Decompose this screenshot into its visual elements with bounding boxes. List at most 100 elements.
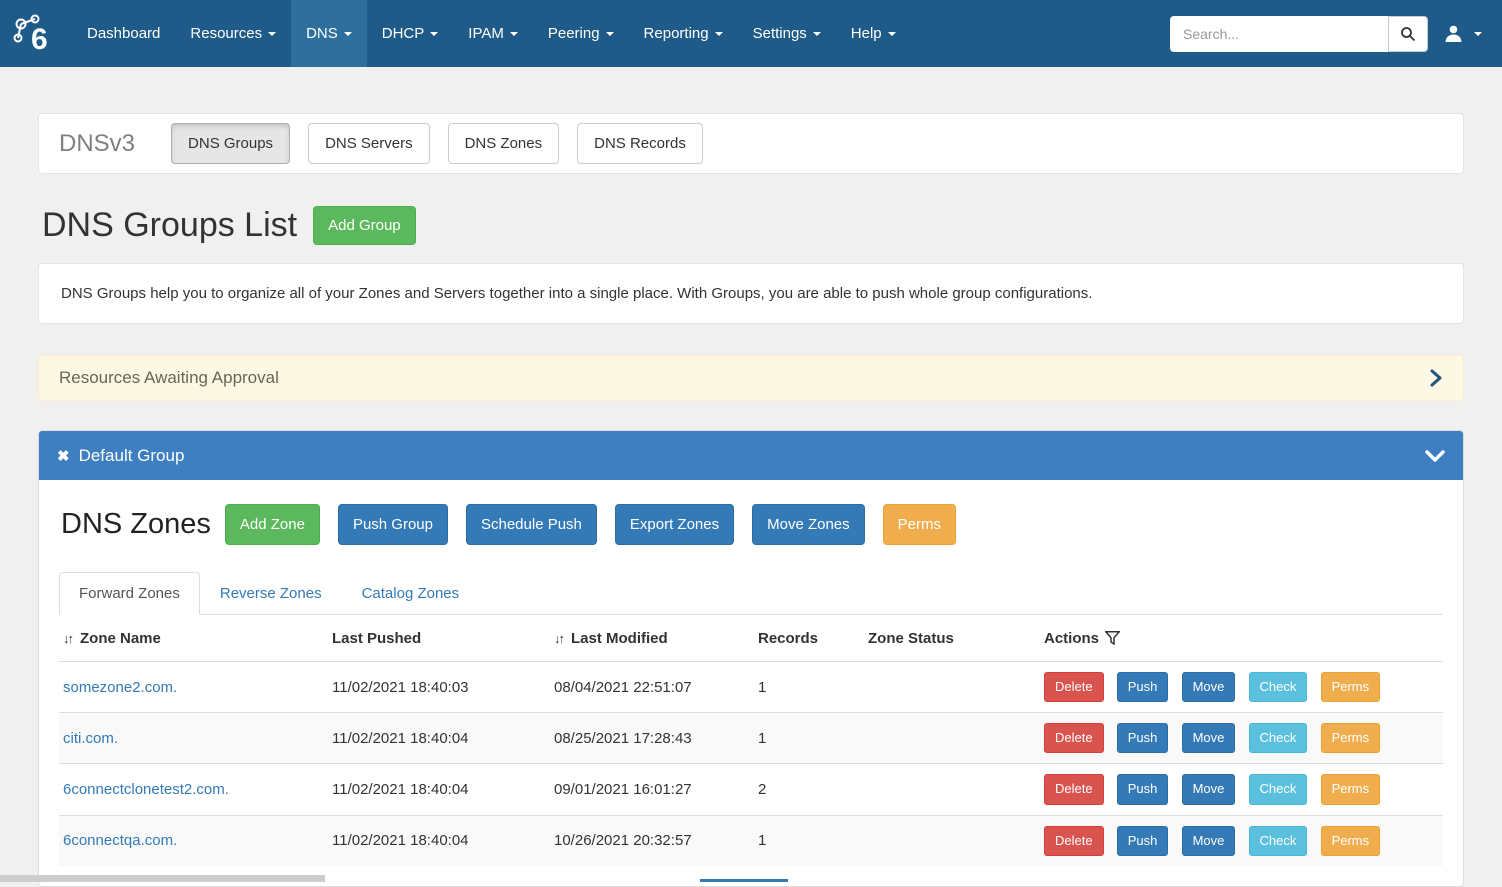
approval-bar-label: Resources Awaiting Approval [59, 368, 279, 388]
nav-item-label: DNS [306, 25, 338, 42]
records-cell: 1 [750, 662, 860, 713]
push-button[interactable]: Push [1117, 774, 1169, 804]
nav-item-peering[interactable]: Peering [533, 0, 629, 67]
search-button[interactable] [1388, 16, 1428, 52]
nav-item-label: Reporting [644, 25, 709, 42]
chevron-down-icon [606, 32, 614, 36]
delete-button[interactable]: Delete [1044, 774, 1104, 804]
perms-button[interactable]: Perms [1321, 826, 1381, 856]
last-pushed-cell: 11/02/2021 18:40:04 [324, 764, 546, 815]
column-header-last-pushed[interactable]: Last Pushed [324, 615, 546, 662]
records-cell: 1 [750, 713, 860, 764]
check-button[interactable]: Check [1249, 672, 1308, 702]
delete-button[interactable]: Delete [1044, 723, 1104, 753]
zone-name-link[interactable]: 6connectqa.com. [63, 832, 177, 849]
zone-name-link[interactable]: somezone2.com. [63, 679, 177, 696]
last-modified-cell: 08/04/2021 22:51:07 [546, 662, 750, 713]
move-button[interactable]: Move [1182, 774, 1236, 804]
chevron-down-icon [344, 32, 352, 36]
perms-button[interactable]: Perms [1321, 774, 1381, 804]
subnav-button-dns-groups[interactable]: DNS Groups [171, 123, 290, 164]
nav-item-dns[interactable]: DNS [291, 0, 367, 67]
push-button[interactable]: Push [1117, 723, 1169, 753]
delete-button[interactable]: Delete [1044, 672, 1104, 702]
column-header-zone-name[interactable]: ↓↑Zone Name [59, 615, 324, 662]
resources-awaiting-approval-bar[interactable]: Resources Awaiting Approval [38, 355, 1464, 401]
column-label: Actions [1044, 630, 1099, 647]
perms-button[interactable]: Perms [1321, 672, 1381, 702]
nav-item-resources[interactable]: Resources [175, 0, 291, 67]
export-zones-button[interactable]: Export Zones [615, 504, 734, 545]
last-pushed-cell: 11/02/2021 18:40:03 [324, 662, 546, 713]
nav-item-label: DHCP [382, 25, 425, 42]
push-button[interactable]: Push [1117, 826, 1169, 856]
nav-item-label: Resources [190, 25, 262, 42]
navbar-right [1170, 0, 1502, 67]
column-header-last-modified[interactable]: ↓↑Last Modified [546, 615, 750, 662]
tab-reverse-zones[interactable]: Reverse Zones [200, 572, 342, 615]
check-button[interactable]: Check [1249, 826, 1308, 856]
zone-name-link[interactable]: 6connectclonetest2.com. [63, 781, 229, 798]
nav-item-settings[interactable]: Settings [738, 0, 836, 67]
push-button[interactable]: Push [1117, 672, 1169, 702]
nav-item-label: Settings [753, 25, 807, 42]
tab-catalog-zones[interactable]: Catalog Zones [342, 572, 480, 615]
chevron-down-icon [268, 32, 276, 36]
check-button[interactable]: Check [1249, 723, 1308, 753]
zones-header: DNS Zones Add Zone Push Group Schedule P… [59, 504, 1443, 545]
zone-name-cell: citi.com. [59, 713, 324, 764]
move-button[interactable]: Move [1182, 723, 1236, 753]
delete-button[interactable]: Delete [1044, 826, 1104, 856]
sort-icon: ↓↑ [554, 631, 563, 646]
page-heading: DNS Groups List Add Group [42, 206, 1460, 245]
push-group-button[interactable]: Push Group [338, 504, 448, 545]
nav-item-dashboard[interactable]: Dashboard [72, 0, 175, 67]
column-label: Zone Name [80, 630, 161, 647]
nav-item-ipam[interactable]: IPAM [453, 0, 533, 67]
subnav-button-dns-zones[interactable]: DNS Zones [448, 123, 560, 164]
group-panel-header[interactable]: ✖ Default Group [39, 431, 1463, 480]
records-cell: 2 [750, 764, 860, 815]
horizontal-scrollbar-thumb[interactable] [0, 875, 325, 882]
move-button[interactable]: Move [1182, 672, 1236, 702]
user-menu[interactable] [1440, 18, 1486, 49]
group-title: Default Group [79, 446, 185, 466]
move-zones-button[interactable]: Move Zones [752, 504, 865, 545]
perms-button[interactable]: Perms [1321, 723, 1381, 753]
last-pushed-cell: 11/02/2021 18:40:04 [324, 713, 546, 764]
move-button[interactable]: Move [1182, 826, 1236, 856]
top-navbar: 6 Dashboard Resources DNS DHCP IPAM Peer… [0, 0, 1502, 67]
subnav-button-dns-servers[interactable]: DNS Servers [308, 123, 430, 164]
column-header-actions: Actions [1036, 615, 1443, 662]
zone-status-cell [860, 662, 1036, 713]
add-group-button[interactable]: Add Group [313, 206, 416, 245]
subnav-button-dns-records[interactable]: DNS Records [577, 123, 703, 164]
search-icon [1400, 26, 1416, 42]
chevron-down-icon [510, 32, 518, 36]
tab-forward-zones[interactable]: Forward Zones [59, 572, 200, 615]
zone-name-cell: somezone2.com. [59, 662, 324, 713]
close-icon[interactable]: ✖ [57, 447, 70, 465]
subnav-title: DNSv3 [59, 130, 135, 158]
dns-subnav: DNSv3 DNS Groups DNS Servers DNS Zones D… [38, 113, 1464, 174]
nav-item-label: Help [851, 25, 882, 42]
chevron-down-icon[interactable] [1425, 449, 1445, 463]
nav-item-dhcp[interactable]: DHCP [367, 0, 454, 67]
filter-icon[interactable] [1105, 631, 1120, 645]
add-zone-button[interactable]: Add Zone [225, 504, 320, 545]
perms-group-button[interactable]: Perms [883, 504, 956, 545]
group-panel-body: DNS Zones Add Zone Push Group Schedule P… [39, 480, 1463, 886]
nav-item-reporting[interactable]: Reporting [629, 0, 738, 67]
schedule-push-button[interactable]: Schedule Push [466, 504, 597, 545]
zone-name-link[interactable]: citi.com. [63, 730, 118, 747]
chevron-down-icon [813, 32, 821, 36]
nav-item-help[interactable]: Help [836, 0, 911, 67]
search-group [1170, 16, 1428, 52]
records-cell: 1 [750, 815, 860, 866]
column-label: Last Pushed [332, 630, 421, 647]
user-icon [1444, 24, 1463, 43]
logo-icon: 6 [10, 13, 58, 55]
check-button[interactable]: Check [1249, 774, 1308, 804]
app-logo[interactable]: 6 [0, 0, 72, 67]
search-input[interactable] [1170, 16, 1388, 52]
